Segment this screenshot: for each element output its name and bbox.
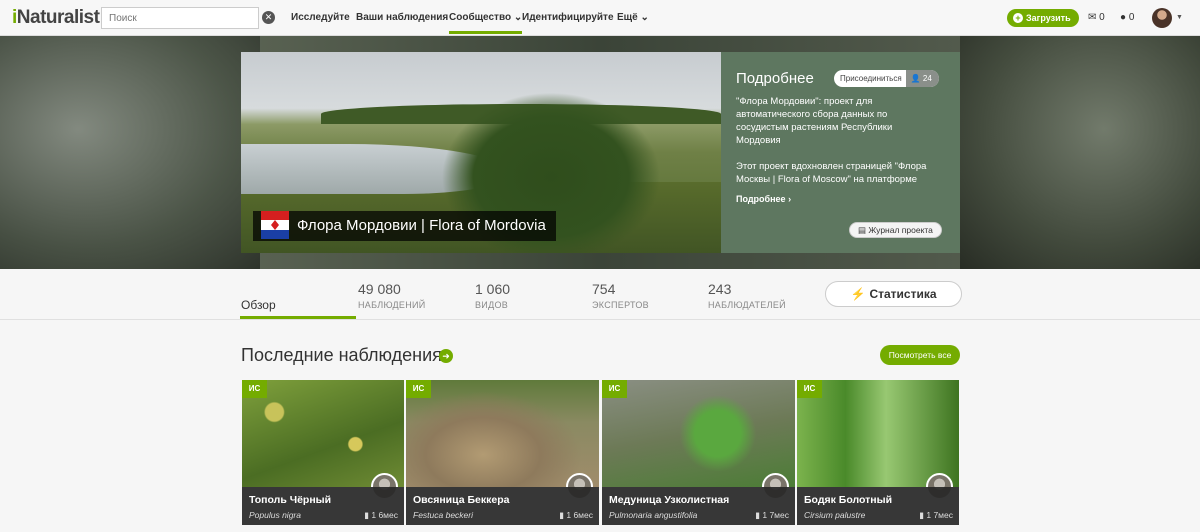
stat-observers-label[interactable]: НАБЛЮДАТЕЛЕЙ — [708, 300, 786, 310]
chevron-down-icon: ⌄ — [513, 12, 523, 23]
quality-badge: ИС — [797, 380, 822, 398]
mordovia-flag-icon — [261, 211, 289, 240]
stat-observers-count[interactable]: 243 — [708, 281, 731, 297]
id-icon: ▮ — [364, 510, 369, 520]
observation-latin-name: Festuca beckeri — [413, 510, 473, 520]
observation-age: ▮ 1 7мес — [755, 510, 789, 520]
info-title: Подробнее — [736, 70, 814, 87]
project-hero: Подробнее — [0, 36, 1200, 269]
observation-card[interactable]: ИС Бодяк Болотный Cirsium palustre ▮ 1 7… — [797, 380, 959, 525]
observation-name[interactable]: Тополь Чёрный — [249, 494, 331, 506]
arrow-right-icon[interactable]: ➜ — [439, 349, 453, 363]
quality-badge: ИС — [602, 380, 627, 398]
read-more-link[interactable]: Подробнее › — [736, 194, 791, 204]
chevron-down-icon: ⌄ — [640, 12, 649, 23]
quality-badge: ИС — [242, 380, 267, 398]
observation-age: ▮ 1 6мес — [364, 510, 398, 520]
stat-observations-label[interactable]: НАБЛЮДЕНИЙ — [358, 300, 426, 310]
top-nav: iNaturalist ✕ Исследуйте Ваши наблюдения… — [0, 0, 1200, 36]
stat-identifiers-count[interactable]: 754 — [592, 281, 615, 297]
nav-your-observations[interactable]: Ваши наблюдения — [356, 12, 448, 23]
observation-latin-name: Cirsium palustre — [804, 510, 866, 520]
observation-photo[interactable] — [406, 380, 599, 487]
plus-icon: + — [1013, 13, 1023, 23]
observation-card[interactable]: ИС Тополь Чёрный Populus nigra ▮ 1 6мес — [242, 380, 404, 525]
journal-icon: ▤ — [858, 225, 867, 235]
project-title: Флора Мордовии | Flora of Mordovia — [253, 211, 556, 241]
nav-explore[interactable]: Исследуйте — [291, 12, 350, 23]
speech-bubble-icon: ● — [1120, 12, 1127, 23]
nav-more[interactable]: Ещё ⌄ — [617, 12, 649, 23]
observation-age: ▮ 1 6мес — [559, 510, 593, 520]
lightning-icon: ⚡ — [850, 287, 866, 301]
inaturalist-logo[interactable]: iNaturalist — [12, 7, 100, 29]
observation-photo[interactable] — [602, 380, 795, 487]
clear-search-icon[interactable]: ✕ — [262, 11, 275, 24]
statistics-button[interactable]: ⚡ Статистика — [825, 281, 962, 307]
observation-latin-name: Pulmonaria angustifolia — [609, 510, 698, 520]
tab-overview[interactable]: Обзор — [241, 298, 276, 312]
stat-species-label[interactable]: ВИДОВ — [475, 300, 508, 310]
stat-species-count[interactable]: 1 060 — [475, 281, 510, 297]
caret-down-icon[interactable]: ▼ — [1176, 14, 1183, 21]
observation-name[interactable]: Медуница Узколистная — [609, 494, 729, 506]
stat-observations-count[interactable]: 49 080 — [358, 281, 401, 297]
view-all-button[interactable]: Посмотреть все — [880, 345, 960, 365]
recent-observations-title: Последние наблюдения — [241, 345, 442, 365]
observation-name[interactable]: Овсяница Беккера — [413, 494, 509, 506]
envelope-icon: ✉ — [1088, 12, 1097, 23]
nav-community[interactable]: Сообщество ⌄ — [449, 12, 523, 34]
observation-card[interactable]: ИС Овсяница Беккера Festuca beckeri ▮ 1 … — [406, 380, 599, 525]
person-icon: 👤 — [910, 74, 921, 83]
user-avatar[interactable] — [1152, 8, 1172, 28]
observation-card[interactable]: ИС Медуница Узколистная Pulmonaria angus… — [602, 380, 795, 525]
search-input[interactable] — [101, 7, 259, 29]
quality-badge: ИС — [406, 380, 431, 398]
active-tab-indicator — [240, 316, 356, 319]
observation-latin-name: Populus nigra — [249, 510, 301, 520]
id-icon: ▮ — [919, 510, 924, 520]
join-button[interactable]: Присоединиться 👤 24 — [834, 70, 939, 87]
id-icon: ▮ — [559, 510, 564, 520]
chevron-right-icon: › — [788, 194, 792, 204]
observation-age: ▮ 1 7мес — [919, 510, 953, 520]
observation-name[interactable]: Бодяк Болотный — [804, 494, 892, 506]
stat-identifiers-label[interactable]: ЭКСПЕРТОВ — [592, 300, 649, 310]
project-description: "Флора Мордовии": проект для автоматичес… — [736, 96, 893, 146]
project-journal-button[interactable]: ▤ Журнал проекта — [849, 222, 942, 238]
project-inspiration-text: Этот проект вдохновлен страницей "Флора … — [736, 161, 927, 185]
notifications-counter[interactable]: ● 0 — [1120, 12, 1134, 23]
upload-button[interactable]: + Загрузить — [1007, 9, 1079, 27]
nav-identify[interactable]: Идентифицируйте — [522, 12, 614, 23]
id-icon: ▮ — [755, 510, 760, 520]
messages-counter[interactable]: ✉ 0 — [1088, 12, 1105, 23]
